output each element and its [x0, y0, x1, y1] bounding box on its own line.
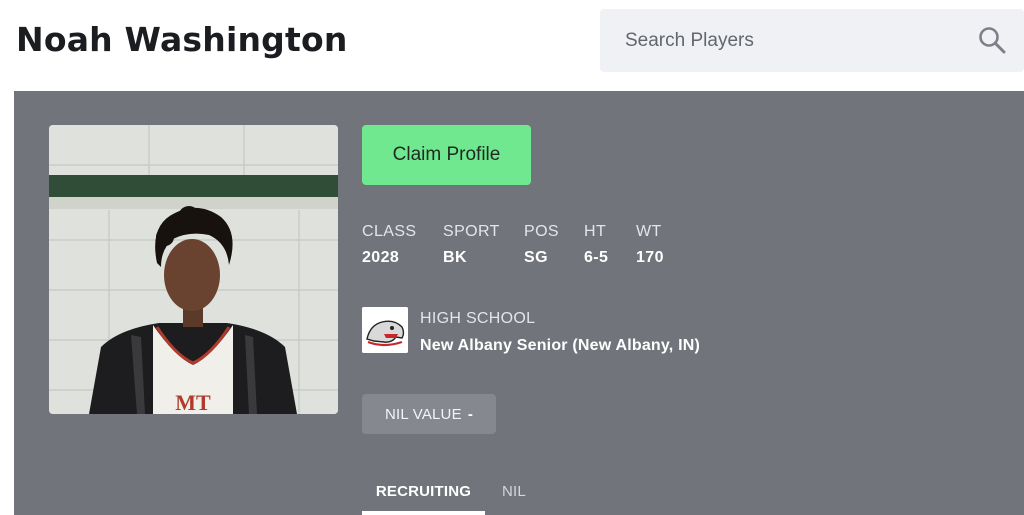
- school-name[interactable]: New Albany Senior (New Albany, IN): [420, 337, 700, 355]
- school-logo[interactable]: [362, 307, 408, 353]
- stat-value: 6-5: [584, 249, 609, 266]
- active-tab-indicator: [362, 511, 485, 515]
- nil-value: -: [467, 405, 474, 423]
- tab-recruiting[interactable]: RECRUITING: [362, 483, 485, 500]
- search-icon[interactable]: [978, 26, 1006, 54]
- search-input[interactable]: [600, 9, 1024, 72]
- claim-profile-button[interactable]: Claim Profile: [362, 125, 531, 185]
- svg-text:MT: MT: [175, 390, 211, 414]
- stat-sport: SPORT BK: [443, 223, 500, 267]
- stat-label: CLASS: [362, 223, 417, 240]
- stat-value: BK: [443, 249, 467, 266]
- search-box[interactable]: [600, 9, 1024, 72]
- stat-value: 170: [636, 249, 664, 266]
- stat-class: CLASS 2028: [362, 223, 416, 267]
- player-photo: MT: [49, 125, 338, 414]
- stat-label: WT: [636, 223, 662, 240]
- stat-label: HT: [584, 223, 607, 240]
- stat-weight: WT 170: [636, 223, 664, 267]
- nil-label: NIL VALUE: [384, 405, 462, 423]
- stat-height: HT 6-5: [584, 223, 608, 267]
- stat-label: SPORT: [443, 223, 500, 240]
- school-label: HIGH SCHOOL: [420, 310, 536, 327]
- stat-value: 2028: [362, 249, 400, 266]
- stat-position: POS SG: [524, 223, 559, 267]
- page-title: Noah Washington: [16, 20, 348, 59]
- tab-nil[interactable]: NIL: [502, 483, 526, 500]
- nil-value-badge: NIL VALUE -: [362, 394, 496, 434]
- stat-label: POS: [524, 223, 559, 240]
- stat-value: SG: [524, 249, 548, 266]
